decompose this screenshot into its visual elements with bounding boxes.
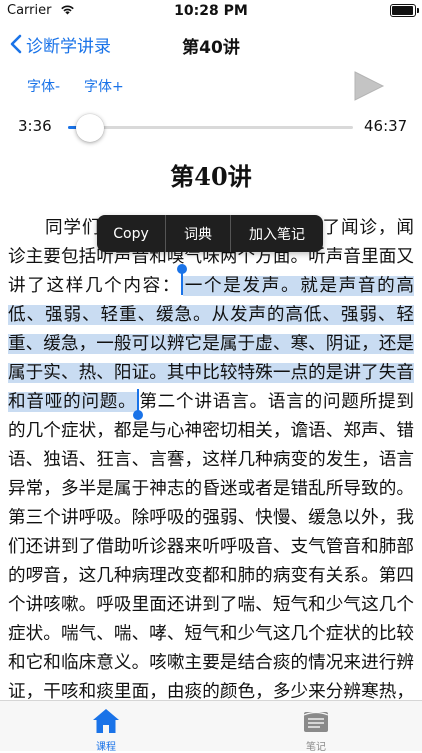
- progress-slider[interactable]: [68, 114, 353, 142]
- status-bar: Carrier 10:28 PM: [0, 0, 422, 22]
- battery-icon: [390, 4, 419, 17]
- copy-menu-item[interactable]: Copy: [97, 215, 165, 252]
- total-time: 46:37: [364, 117, 408, 135]
- chevron-left-icon: [10, 34, 22, 54]
- add-note-menu-item[interactable]: 加入笔记: [231, 215, 323, 252]
- notebook-icon: [303, 711, 329, 732]
- dictionary-menu-item[interactable]: 词典: [166, 215, 230, 252]
- tab-course-label: 课程: [96, 742, 116, 753]
- play-button[interactable]: [352, 70, 386, 106]
- play-icon: [354, 71, 385, 101]
- selection-end-handle[interactable]: [132, 389, 143, 420]
- current-time: 3:36: [18, 117, 52, 135]
- back-button[interactable]: 诊断学讲录: [10, 29, 111, 59]
- tab-notes-label: 笔记: [306, 742, 326, 753]
- tab-course[interactable]: 课程: [76, 705, 136, 753]
- lesson-heading: 第40讲: [170, 162, 252, 191]
- text-context-menu: Copy 词典 加入笔记: [97, 215, 323, 252]
- font-increase-button[interactable]: 字体+: [84, 76, 124, 96]
- tab-bar: 课程 笔记: [0, 700, 422, 753]
- lesson-text[interactable]: 同学们，们上一次讲到了闻诊，闻诊主要包括听声音和嗅气味两个方面。听声音里面又讲了…: [8, 214, 414, 700]
- text-segment: 第二个讲语言。语言的问题所提到的几个症状，都是与心神密切相关，谵语、郑声、错语、…: [8, 392, 414, 700]
- font-decrease-button[interactable]: 字体-: [27, 76, 60, 96]
- tab-notes[interactable]: 笔记: [286, 705, 346, 753]
- navigation-bar: 诊断学讲录 第40讲: [0, 22, 422, 66]
- back-button-label: 诊断学讲录: [26, 36, 111, 57]
- slider-thumb[interactable]: [76, 114, 104, 142]
- lesson-paragraph: 同学们，们上一次讲到了闻诊，闻诊主要包括听声音和嗅气味两个方面。听声音里面又讲了…: [8, 214, 414, 700]
- selection-start-handle[interactable]: [177, 264, 188, 295]
- home-icon: [93, 709, 119, 733]
- status-time: 10:28 PM: [174, 3, 248, 19]
